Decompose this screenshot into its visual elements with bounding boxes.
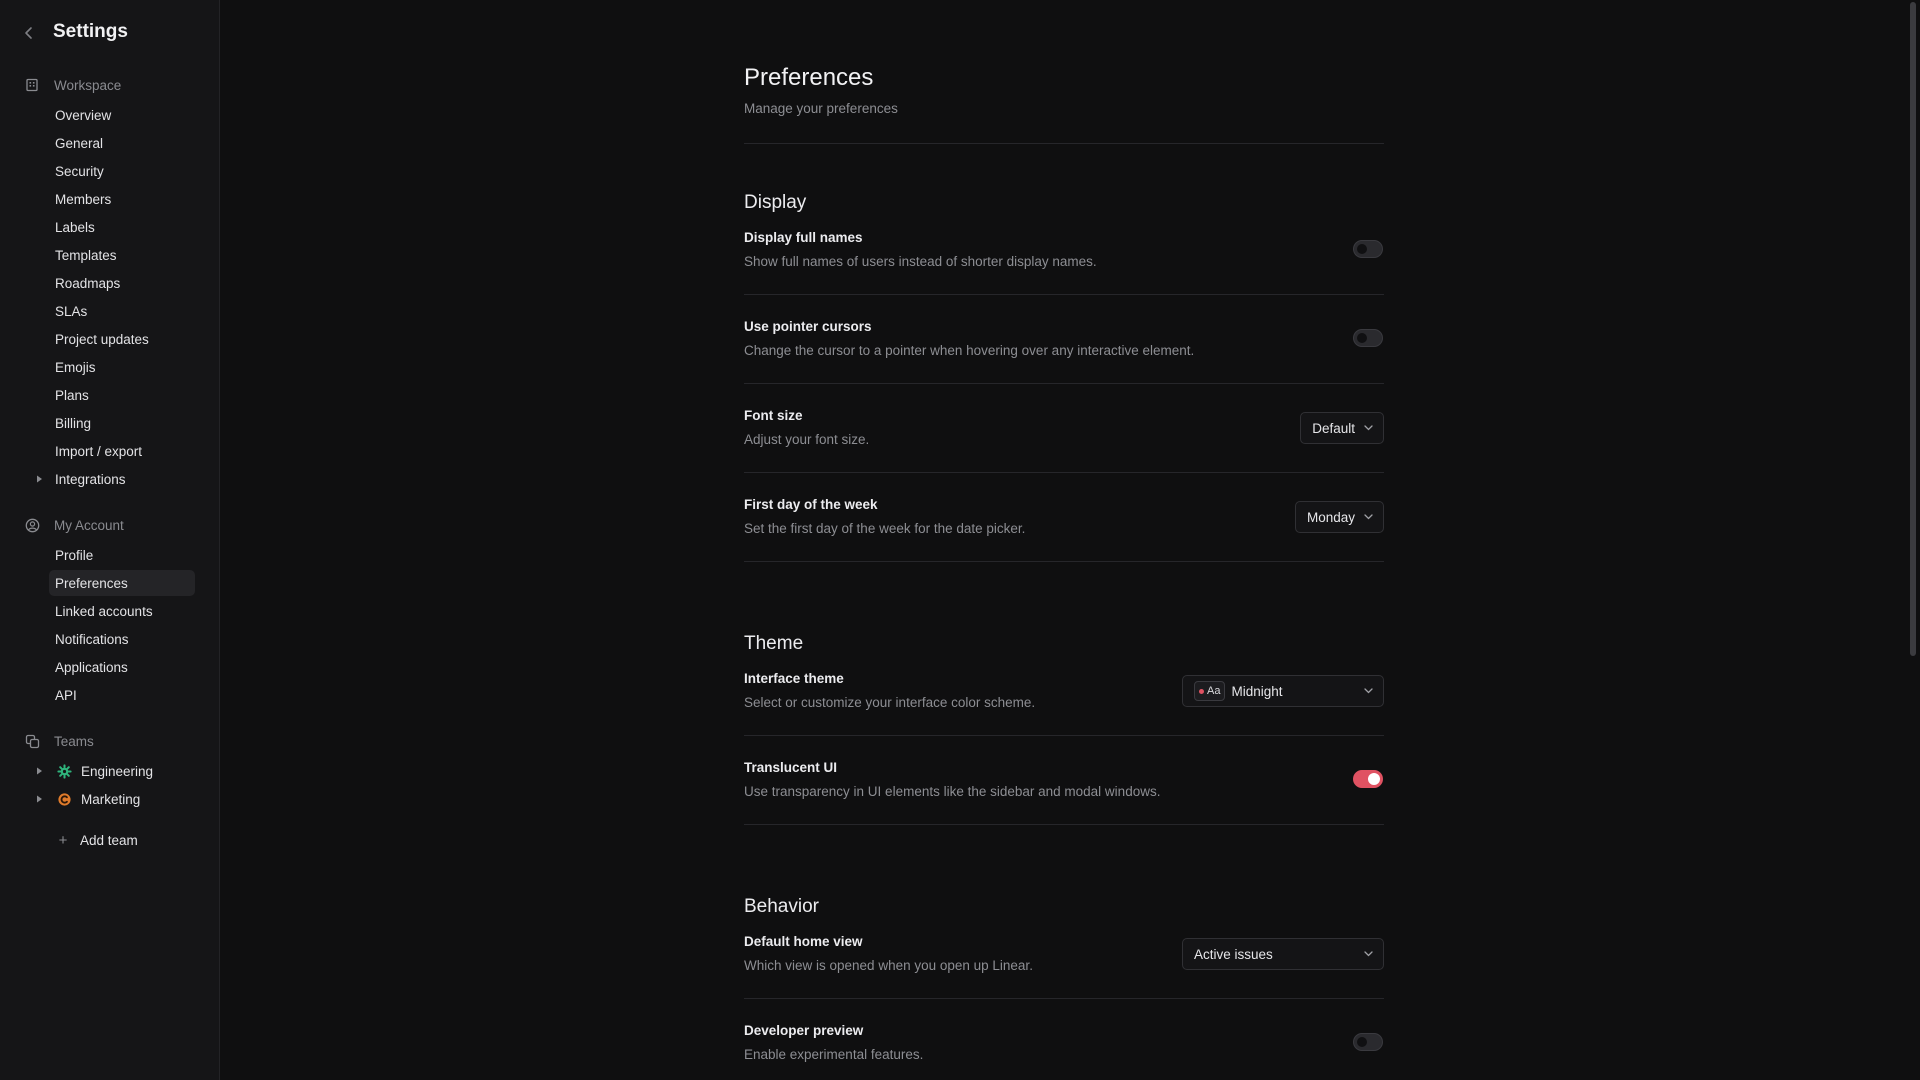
setting-desc-first-day: Set the first day of the week for the da… [744,521,1026,536]
sidebar-team-marketing[interactable]: Marketing [81,789,140,809]
sidebar-item-emojis[interactable]: Emojis [49,354,195,380]
teams-group-header: Teams [24,731,94,751]
setting-title-interface-theme: Interface theme [744,671,844,686]
sidebar-item-profile[interactable]: Profile [49,542,195,568]
sidebar-item-notifications[interactable]: Notifications [49,626,195,652]
sidebar-item-linked-accounts[interactable]: Linked accounts [49,598,195,624]
section-title-display: Display [744,192,807,213]
add-team-button[interactable]: + Add team [56,830,138,850]
section-title-behavior: Behavior [744,896,819,917]
sidebar-item-security[interactable]: Security [49,158,195,184]
default-home-view-value: Active issues [1194,946,1273,962]
setting-title-default-home-view: Default home view [744,934,863,949]
accent-dot-icon [1199,688,1204,694]
sidebar-item-plans[interactable]: Plans [49,382,195,408]
sidebar-team-engineering[interactable]: Engineering [81,761,153,781]
default-home-view-select[interactable]: Active issues [1182,938,1384,970]
building-icon [24,77,40,93]
theme-preview-chip: Aa [1194,681,1226,701]
scrollbar-thumb[interactable] [1910,2,1916,656]
setting-title-font-size: Font size [744,408,803,423]
interface-theme-select[interactable]: Aa Midnight [1182,675,1384,707]
sidebar-item-slas[interactable]: SLAs [49,298,195,324]
sidebar-item-integrations[interactable]: Integrations [49,466,195,492]
setting-desc-developer-preview: Enable experimental features. [744,1047,924,1062]
divider [744,561,1384,562]
sidebar-item-labels[interactable]: Labels [49,214,195,240]
display-full-names-toggle[interactable] [1353,240,1383,258]
toggle-knob [1357,244,1367,254]
first-day-select[interactable]: Monday [1294,501,1384,533]
toggle-knob [1357,333,1367,343]
sidebar-item-roadmaps[interactable]: Roadmaps [49,270,195,296]
theme-chip-label: Aa [1207,685,1221,697]
translucent-ui-toggle[interactable] [1353,770,1383,788]
sidebar-item-templates[interactable]: Templates [49,242,195,268]
main-panel: Preferences Manage your preferences Disp… [221,0,1911,1080]
pointer-cursors-toggle[interactable] [1353,329,1383,347]
page-title: Preferences [744,64,874,91]
first-day-value: Monday [1306,509,1355,525]
team-c-icon [56,791,72,807]
sidebar-item-billing[interactable]: Billing [49,410,195,436]
setting-title-developer-preview: Developer preview [744,1023,864,1038]
divider [744,824,1384,825]
font-size-value: Default [1312,420,1355,436]
chevron-down-icon [1363,423,1373,433]
font-size-select[interactable]: Default [1300,412,1384,444]
setting-title-display-full-names: Display full names [744,230,863,245]
divider [744,383,1384,384]
account-group-label: My Account [54,517,124,533]
account-group-header: My Account [24,515,124,535]
setting-desc-pointer-cursors: Change the cursor to a pointer when hove… [744,343,1195,358]
sidebar-item-members[interactable]: Members [49,186,195,212]
divider [744,294,1384,295]
settings-sidebar: Settings Workspace Overview General Secu… [0,0,220,1080]
sidebar-item-preferences[interactable]: Preferences [49,570,195,596]
setting-desc-translucent-ui: Use transparency in UI elements like the… [744,784,1161,799]
sidebar-item-api[interactable]: API [49,682,195,708]
section-title-theme: Theme [744,633,804,654]
setting-title-first-day: First day of the week [744,497,878,512]
teams-icon [24,733,40,749]
divider [744,735,1384,736]
sidebar-item-overview[interactable]: Overview [49,102,195,128]
chevron-down-icon [1363,512,1373,522]
sidebar-item-import-export[interactable]: Import / export [49,438,195,464]
back-icon[interactable] [20,24,38,42]
setting-desc-display-full-names: Show full names of users instead of shor… [744,254,1097,269]
divider [744,143,1384,144]
add-team-label: Add team [80,832,138,848]
expand-caret-icon[interactable] [34,766,44,776]
main-scrollbar[interactable] [1907,0,1920,1080]
toggle-knob [1368,773,1380,785]
workspace-group-label: Workspace [54,77,122,93]
expand-caret-icon[interactable] [34,474,44,484]
teams-group-label: Teams [54,733,94,749]
sidebar-title: Settings [53,21,128,42]
expand-caret-icon[interactable] [34,794,44,804]
page-subtitle: Manage your preferences [744,101,898,116]
chevron-down-icon [1363,949,1373,959]
setting-title-pointer-cursors: Use pointer cursors [744,319,872,334]
gear-icon [56,763,72,779]
sidebar-item-applications[interactable]: Applications [49,654,195,680]
setting-title-translucent-ui: Translucent UI [744,760,838,775]
sidebar-item-project-updates[interactable]: Project updates [49,326,195,352]
setting-desc-default-home-view: Which view is opened when you open up Li… [744,958,1033,973]
interface-theme-value: Midnight [1231,683,1283,699]
divider [744,998,1384,999]
plus-icon: + [58,831,68,849]
divider [744,472,1384,473]
interface-theme-current: Aa Midnight [1194,681,1283,701]
sidebar-item-general[interactable]: General [49,130,195,156]
chevron-down-icon [1363,686,1373,696]
user-circle-icon [24,517,40,533]
workspace-group-header: Workspace [24,75,121,95]
setting-desc-interface-theme: Select or customize your interface color… [744,695,1036,710]
developer-preview-toggle[interactable] [1353,1033,1383,1051]
toggle-knob [1357,1037,1367,1047]
setting-desc-font-size: Adjust your font size. [744,432,870,447]
sidebar-header: Settings [0,18,220,48]
